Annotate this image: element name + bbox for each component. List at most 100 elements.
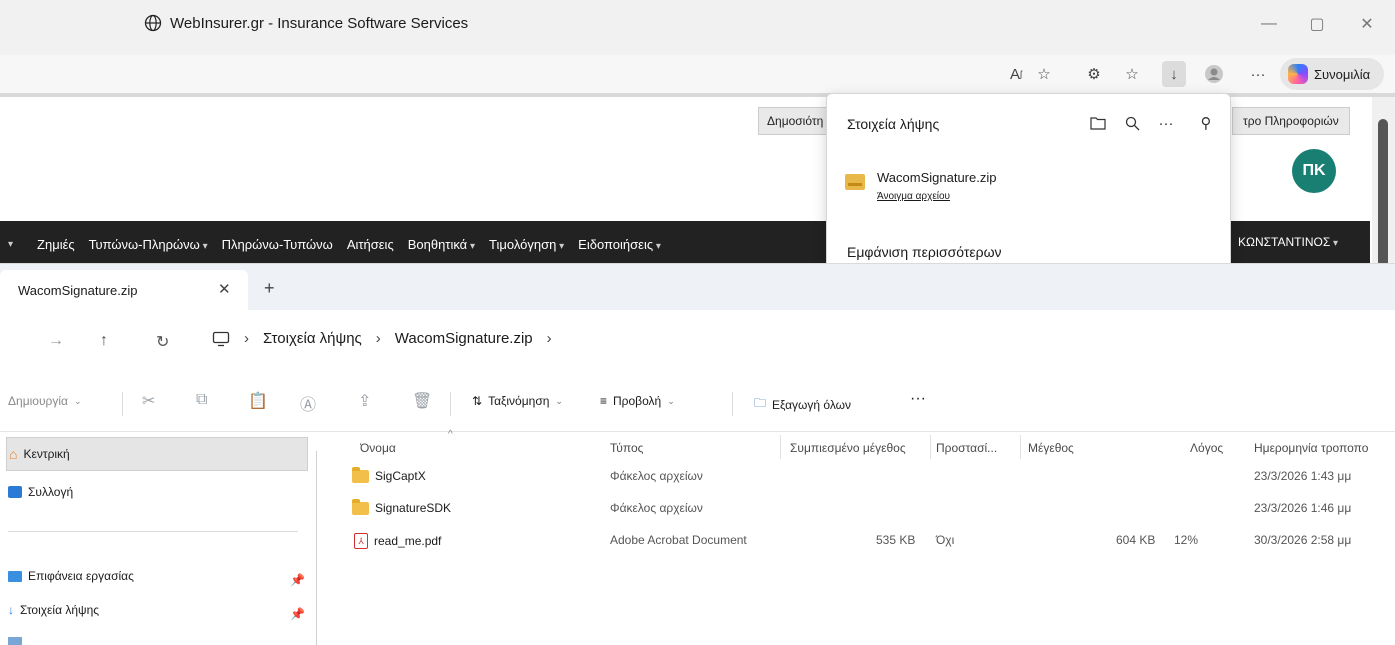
scrollbar-thumb[interactable] xyxy=(1378,119,1388,267)
file-compressed-size-cell: 535 KB xyxy=(876,533,916,547)
view-button[interactable]: ≡ Προβολή ⌄ xyxy=(600,394,675,408)
file-name-cell: SignatureSDK xyxy=(352,498,451,515)
search-icon[interactable] xyxy=(1121,112,1143,134)
nav-user-menu[interactable]: ΚΩΝΣΤΑΝΤΙΝΟΣ xyxy=(1238,235,1338,249)
close-tab-icon[interactable]: ✕ xyxy=(218,280,231,298)
sort-icon: ⇅ xyxy=(472,394,483,408)
copilot-icon xyxy=(1288,64,1308,84)
read-aloud-icon[interactable]: Aʃ xyxy=(1004,63,1028,85)
info-center-button[interactable]: τρο Πληροφοριών xyxy=(1232,107,1350,135)
file-size-cell: 604 KB xyxy=(1116,533,1156,547)
profile-icon[interactable] xyxy=(1202,63,1226,85)
download-item[interactable]: WacomSignature.zip Άνοιγμα αρχείου xyxy=(845,170,996,202)
more-options-icon[interactable]: ··· xyxy=(910,390,926,408)
nav-pay-print[interactable]: Πληρώνω-Τυπώνω xyxy=(222,237,333,252)
publicity-button[interactable]: Δημοσιότη xyxy=(758,107,833,135)
new-button[interactable]: Δημιουργία ⌄ xyxy=(8,394,81,408)
forward-arrow-icon[interactable]: → xyxy=(48,332,64,350)
explorer-navigation-row: → ↑ ↻ › Στοιχεία λήψης › WacomSignature.… xyxy=(0,310,1395,372)
view-icon: ≡ xyxy=(600,394,608,408)
column-divider[interactable] xyxy=(930,435,931,459)
file-name: SigCaptX xyxy=(375,469,426,483)
more-options-icon[interactable]: ··· xyxy=(1246,63,1270,85)
file-type-cell: Φάκελος αρχείων xyxy=(610,469,703,483)
extract-all-label: Εξαγωγή όλων xyxy=(772,397,852,412)
page-scrollbar[interactable] xyxy=(1372,97,1395,267)
file-date-cell: 30/3/2026 2:58 μμ xyxy=(1254,533,1352,547)
column-header-size[interactable]: Μέγεθος xyxy=(1028,441,1178,455)
favorites-list-icon[interactable]: ☆ xyxy=(1120,63,1144,85)
refresh-icon[interactable]: ↻ xyxy=(156,332,169,352)
sidebar-item-home[interactable]: ⌂ Κεντρική xyxy=(6,437,308,471)
nav-invoicing[interactable]: Τιμολόγηση xyxy=(489,237,564,252)
up-arrow-icon[interactable]: ↑ xyxy=(100,332,108,350)
nav-claims[interactable]: Ζημιές xyxy=(37,237,75,252)
copilot-button[interactable]: Συνομιλία xyxy=(1280,58,1384,90)
folder-icon xyxy=(352,498,369,515)
file-explorer-window: WacomSignature.zip ✕ + → ↑ ↻ › Στοιχεία … xyxy=(0,263,1395,645)
explorer-tab[interactable]: WacomSignature.zip ✕ xyxy=(0,270,248,310)
new-tab-icon[interactable]: + xyxy=(264,278,275,299)
extract-all-button[interactable]: 🗀 Εξαγωγή όλων xyxy=(754,394,851,415)
column-header-type[interactable]: Τύπος xyxy=(610,441,780,455)
sort-button[interactable]: ⇅ Ταξινόμηση ⌄ xyxy=(472,394,563,408)
delete-icon[interactable]: 🗑 xyxy=(412,391,432,411)
column-header-protected[interactable]: Προστασί... xyxy=(936,441,1018,455)
nav-dropdown-icon[interactable]: ▾ xyxy=(8,239,13,250)
this-pc-icon[interactable] xyxy=(212,331,230,347)
column-header-compressed-size[interactable]: Συμπιεσμένο μέγεθος xyxy=(790,441,930,455)
paste-icon[interactable]: 📋 xyxy=(248,391,268,411)
breadcrumb-downloads[interactable]: Στοιχεία λήψης xyxy=(263,330,362,347)
pane-splitter[interactable] xyxy=(316,451,317,645)
pin-icon[interactable]: ⚲ xyxy=(1195,112,1217,134)
downloads-icon[interactable]: ↓ xyxy=(1162,61,1186,87)
share-icon[interactable]: ⇪ xyxy=(358,391,371,411)
column-header-name[interactable]: Όνομα xyxy=(360,441,610,455)
column-divider[interactable] xyxy=(780,435,781,459)
nav-print-pay[interactable]: Τυπώνω-Πληρώνω xyxy=(89,237,208,252)
browser-toolbar: Aʃ ☆ ⚙ ☆ ↓ ··· Συνομιλία xyxy=(0,55,1395,93)
user-avatar[interactable]: ΠΚ xyxy=(1292,149,1336,193)
extract-folder-icon: 🗀 xyxy=(754,396,767,410)
file-name-cell: ⅄ read_me.pdf xyxy=(354,533,441,549)
nav-helpers[interactable]: Βοηθητικά xyxy=(408,237,475,252)
table-row[interactable]: ⅄ read_me.pdf Adobe Acrobat Document 535 … xyxy=(320,529,1395,553)
pin-icon[interactable]: 📌 xyxy=(290,573,305,587)
sidebar-item-gallery[interactable]: Συλλογή xyxy=(8,485,73,499)
navigation-pane: ⌂ Κεντρική Συλλογή Επιφάνεια εργασίας 📌 … xyxy=(0,433,320,645)
extensions-icon[interactable]: ⚙ xyxy=(1082,63,1106,85)
show-more-link[interactable]: Εμφάνιση περισσότερων xyxy=(847,244,1002,260)
table-row[interactable]: SignatureSDK Φάκελος αρχείων 23/3/2026 1… xyxy=(320,497,1395,521)
rename-icon[interactable]: Ⓐ xyxy=(300,391,316,415)
sidebar-item-desktop[interactable]: Επιφάνεια εργασίας xyxy=(8,569,134,583)
favorite-star-icon[interactable]: ☆ xyxy=(1032,63,1056,85)
close-window-button[interactable]: ✕ xyxy=(1352,12,1382,36)
copy-icon[interactable]: ⧉ xyxy=(196,391,207,409)
sidebar-item-downloads[interactable]: ↓ Στοιχεία λήψης xyxy=(8,603,99,617)
file-date-cell: 23/3/2026 1:46 μμ xyxy=(1254,501,1352,515)
nav-notifications[interactable]: Ειδοποιήσεις xyxy=(578,237,661,252)
nav-applications[interactable]: Αιτήσεις xyxy=(347,237,394,252)
divider xyxy=(732,392,733,416)
breadcrumb-zip[interactable]: WacomSignature.zip xyxy=(395,330,533,347)
minimize-button[interactable]: — xyxy=(1254,12,1284,36)
pin-icon[interactable]: 📌 xyxy=(290,607,305,621)
divider xyxy=(450,392,451,416)
column-header-date[interactable]: Ημερομηνία τροποπο xyxy=(1254,441,1395,455)
maximize-button[interactable]: ▢ xyxy=(1302,12,1332,36)
table-row[interactable]: SigCaptX Φάκελος αρχείων 23/3/2026 1:43 … xyxy=(320,465,1395,489)
chevron-right-icon[interactable]: › xyxy=(547,330,552,347)
divider xyxy=(8,531,298,532)
sidebar-item-label: Στοιχεία λήψης xyxy=(20,603,100,617)
download-file-name: WacomSignature.zip xyxy=(877,170,997,185)
new-label: Δημιουργία xyxy=(8,394,68,408)
folder-icon xyxy=(352,466,369,483)
column-divider[interactable] xyxy=(1020,435,1021,459)
file-protected-cell: Όχι xyxy=(936,533,955,547)
file-name: read_me.pdf xyxy=(374,534,442,548)
open-folder-icon[interactable] xyxy=(1087,112,1109,134)
column-header-ratio[interactable]: Λόγος xyxy=(1190,441,1250,455)
open-file-link[interactable]: Άνοιγμα αρχείου xyxy=(877,191,996,202)
more-options-icon[interactable]: ··· xyxy=(1155,112,1177,134)
cut-icon[interactable]: ✂ xyxy=(142,391,155,411)
